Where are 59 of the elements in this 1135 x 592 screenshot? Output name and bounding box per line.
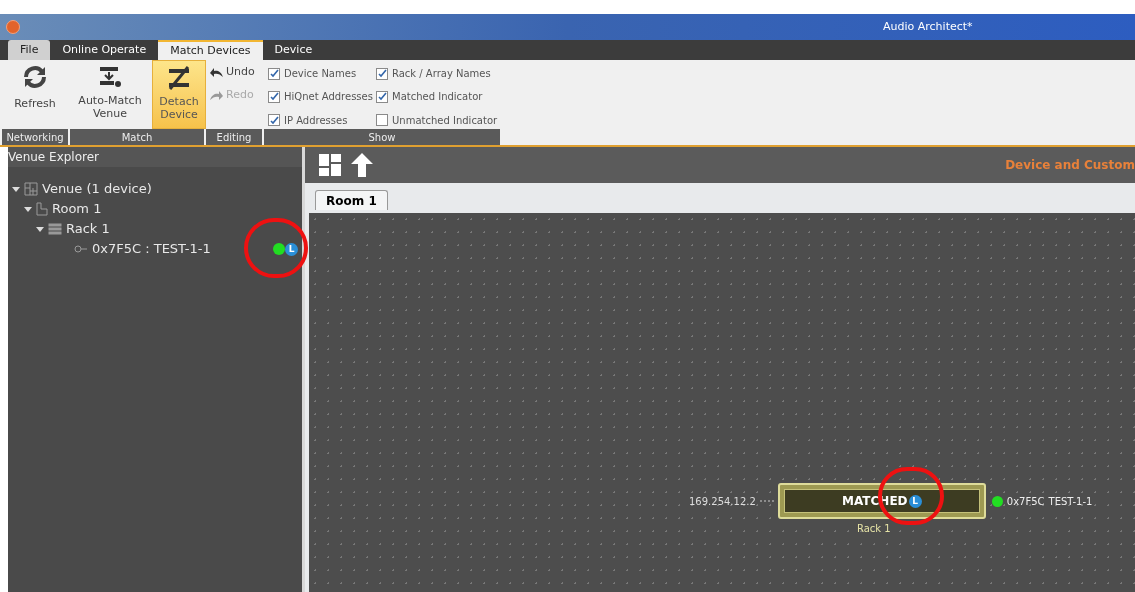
app-logo-icon xyxy=(6,20,20,34)
checkbox[interactable] xyxy=(268,114,280,127)
undo-icon xyxy=(210,67,223,78)
up-arrow-icon[interactable] xyxy=(351,153,373,177)
undo-button[interactable]: Undo xyxy=(210,64,262,81)
ribbon-group-label: Match xyxy=(70,129,204,145)
canvas-header-title: Device and Custom xyxy=(1005,157,1135,174)
menu-tab[interactable]: Match Devices xyxy=(158,40,263,60)
checkbox[interactable] xyxy=(376,114,388,127)
checkbox[interactable] xyxy=(376,91,388,103)
menu-tab[interactable]: Online Operate xyxy=(50,40,159,60)
checkbox-label: Unmatched Indicator xyxy=(392,113,498,128)
tree-item-label[interactable]: Rack 1 xyxy=(66,219,110,239)
checkbox-label: Rack / Array Names xyxy=(392,67,491,82)
checkbox-label: IP Addresses xyxy=(284,113,348,128)
checkmark-icon xyxy=(269,115,279,125)
ip-address-label: 169.254.12.2 xyxy=(689,494,756,509)
connector-line xyxy=(759,500,774,502)
checkmark-icon xyxy=(269,69,279,79)
tree-item-label[interactable]: 0x7F5C : TEST-1-1 xyxy=(92,239,211,259)
refresh-button[interactable]: Refresh xyxy=(2,60,68,129)
connector-icon xyxy=(74,245,88,253)
ribbon-group-label: Networking xyxy=(2,129,68,145)
expand-caret-icon[interactable] xyxy=(36,225,44,233)
window-title: Audio Architect* xyxy=(883,18,973,35)
menu-tab[interactable]: File xyxy=(8,40,51,60)
device-name-label: TEST-1-1 xyxy=(1048,494,1093,509)
tree-item-label[interactable]: Venue (1 device) xyxy=(42,179,152,199)
checkmark-icon xyxy=(269,92,279,102)
auto-match-button[interactable]: Auto-Match Venue xyxy=(70,60,150,129)
refresh-icon xyxy=(22,64,48,90)
checkbox[interactable] xyxy=(268,91,280,103)
badge-icon: L xyxy=(908,494,922,508)
tree-item-label[interactable]: Room 1 xyxy=(52,199,102,219)
layout-icon[interactable] xyxy=(319,154,341,176)
room-tab[interactable]: Room 1 xyxy=(315,190,388,210)
auto-match-icon xyxy=(97,64,123,90)
panel-title: Venue Explorer xyxy=(8,147,302,167)
checkmark-icon xyxy=(377,69,387,79)
checkbox[interactable] xyxy=(268,67,280,80)
floorplan-icon xyxy=(24,182,38,196)
expand-caret-icon[interactable] xyxy=(24,205,32,213)
expand-caret-icon[interactable] xyxy=(12,185,20,193)
detach-icon xyxy=(166,65,192,91)
detach-device-button[interactable]: Detach Device xyxy=(152,60,206,129)
device-address-label: 0x7F5C xyxy=(1006,494,1045,509)
ribbon-group-label: Show xyxy=(264,129,500,145)
checkmark-icon xyxy=(377,92,387,102)
rack-label: Rack 1 xyxy=(857,522,891,536)
checkbox[interactable] xyxy=(376,67,388,80)
rack-icon xyxy=(48,223,62,235)
redo-icon xyxy=(210,89,223,100)
badge-icon: L xyxy=(285,242,298,256)
ribbon-group-label: Editing xyxy=(206,129,262,145)
checkbox-label: Device Names xyxy=(284,67,357,82)
room-icon xyxy=(36,202,48,216)
menu-tab[interactable]: Device xyxy=(262,40,325,60)
checkbox-label: HiQnet Addresses xyxy=(284,90,373,105)
checkbox-label: Matched Indicator xyxy=(392,90,483,105)
